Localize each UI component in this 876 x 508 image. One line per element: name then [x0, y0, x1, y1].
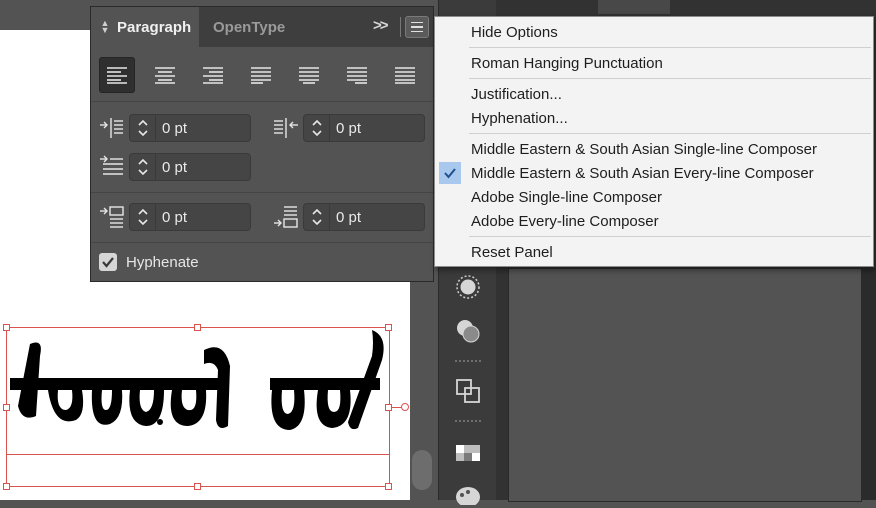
dock-grip[interactable]	[455, 360, 481, 366]
transparency-icon[interactable]	[453, 316, 483, 346]
first-line-indent-stepper[interactable]	[129, 153, 155, 181]
vertical-scrollbar-thumb[interactable]	[412, 450, 432, 490]
dock-grip[interactable]	[455, 420, 481, 426]
script-text-artwork	[10, 330, 384, 430]
right-indent-field: 0 pt	[273, 114, 433, 142]
divider	[91, 192, 433, 193]
space-before-field: 0 pt	[99, 203, 259, 231]
pathfinder-icon[interactable]	[453, 376, 483, 406]
resize-handle[interactable]	[385, 483, 392, 490]
docked-panel-tab[interactable]	[598, 0, 670, 14]
right-indent-icon	[274, 118, 298, 138]
panel-tab-bar: ▲ ▼ Paragraph OpenType >>	[91, 7, 433, 47]
align-left-icon[interactable]	[99, 57, 135, 93]
left-indent-stepper[interactable]	[129, 114, 155, 142]
right-indent-input[interactable]: 0 pt	[329, 114, 425, 142]
menu-item-justification[interactable]: Justification...	[471, 83, 562, 107]
space-before-stepper[interactable]	[129, 203, 155, 231]
first-line-indent-input[interactable]: 0 pt	[155, 153, 251, 181]
justify-last-center-icon[interactable]	[291, 57, 327, 93]
menu-separator	[469, 47, 871, 48]
color-palette-icon[interactable]	[453, 478, 483, 508]
text-out-port[interactable]	[401, 403, 409, 411]
tab-paragraph[interactable]: ▲ ▼ Paragraph	[91, 7, 199, 47]
first-line-indent-icon	[100, 155, 123, 175]
tab-opentype-label: OpenType	[213, 18, 286, 36]
divider	[91, 242, 433, 243]
swatches-icon[interactable]	[453, 438, 483, 468]
space-after-icon	[274, 206, 298, 228]
appearance-icon[interactable]	[453, 272, 483, 302]
expand-panels-icon[interactable]: >>	[373, 17, 388, 34]
checkmark-icon	[439, 162, 461, 184]
left-indent-field: 0 pt	[99, 114, 259, 142]
first-line-indent-field: 0 pt	[99, 153, 259, 181]
resize-handle[interactable]	[3, 483, 10, 490]
justify-last-right-icon[interactable]	[339, 57, 375, 93]
menu-item-adobe-every-line-composer[interactable]: Adobe Every-line Composer	[471, 210, 659, 234]
space-before-icon	[100, 206, 124, 228]
justify-all-icon[interactable]	[387, 57, 423, 93]
baseline-guide	[6, 454, 390, 455]
menu-item-adobe-single-line-composer[interactable]: Adobe Single-line Composer	[471, 186, 662, 210]
menu-item-me-sa-every-line-composer[interactable]: Middle Eastern & South Asian Every-line …	[471, 162, 814, 186]
hyphenate-label: Hyphenate	[126, 253, 199, 271]
collapse-arrows-icon[interactable]: ▲ ▼	[97, 19, 113, 35]
panel-flyout-menu: Hide Options Roman Hanging Punctuation J…	[434, 16, 874, 267]
divider	[91, 101, 433, 102]
menu-separator	[469, 78, 871, 79]
justify-last-left-icon[interactable]	[243, 57, 279, 93]
docked-panel-content	[508, 268, 862, 502]
tab-paragraph-label: Paragraph	[117, 18, 192, 36]
menu-item-reset-panel[interactable]: Reset Panel	[471, 241, 553, 265]
menu-item-roman-hanging-punctuation[interactable]: Roman Hanging Punctuation	[471, 52, 663, 76]
space-after-input[interactable]: 0 pt	[329, 203, 425, 231]
hyphenate-checkbox[interactable]	[99, 253, 117, 271]
docked-panel-scrollbar[interactable]	[862, 268, 876, 500]
hyphenate-option[interactable]: Hyphenate	[99, 251, 199, 273]
tab-divider	[400, 17, 401, 37]
tab-opentype[interactable]: OpenType	[199, 7, 299, 47]
panel-menu-icon[interactable]	[405, 16, 429, 38]
menu-separator	[469, 133, 871, 134]
space-after-field: 0 pt	[273, 203, 433, 231]
menu-item-hyphenation[interactable]: Hyphenation...	[471, 107, 568, 131]
resize-handle[interactable]	[194, 483, 201, 490]
space-before-input[interactable]: 0 pt	[155, 203, 251, 231]
align-right-icon[interactable]	[195, 57, 231, 93]
paragraph-panel: ▲ ▼ Paragraph OpenType >> 0 pt 0 pt 0 pt…	[90, 6, 434, 282]
space-after-stepper[interactable]	[303, 203, 329, 231]
left-indent-icon	[100, 118, 123, 138]
menu-item-me-sa-single-line-composer[interactable]: Middle Eastern & South Asian Single-line…	[471, 138, 817, 162]
menu-item-hide-options[interactable]: Hide Options	[471, 21, 558, 45]
menu-separator	[469, 236, 871, 237]
right-indent-stepper[interactable]	[303, 114, 329, 142]
left-indent-input[interactable]: 0 pt	[155, 114, 251, 142]
align-center-icon[interactable]	[147, 57, 183, 93]
